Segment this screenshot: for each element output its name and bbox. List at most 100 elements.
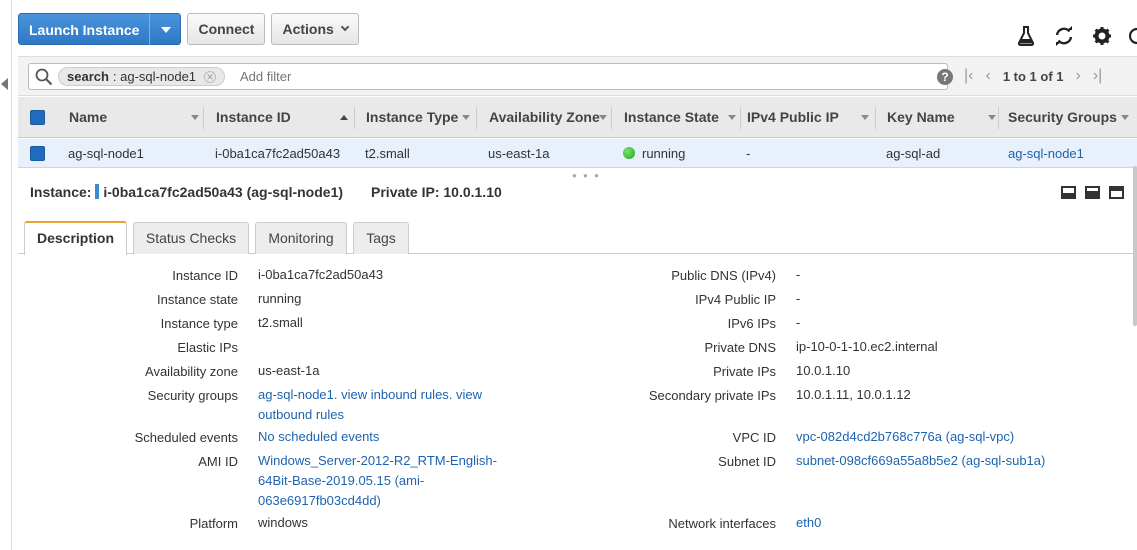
remove-filter-icon[interactable]: ✕ [204, 70, 217, 83]
launch-dropdown-chevron-icon[interactable] [149, 13, 182, 45]
label-security-groups: Security groups [147, 388, 238, 403]
column-header-ipv4-public-ip[interactable]: IPv4 Public IP [747, 97, 877, 138]
cell-availability-zone: us-east-1a [488, 146, 550, 161]
page-count: 1 to 1 of 1 [1002, 68, 1064, 84]
label-subnet-id: Subnet ID [718, 454, 776, 469]
add-filter-input[interactable] [240, 68, 640, 86]
sort-icon [1121, 115, 1129, 120]
view-inbound-rules-link[interactable]: view inbound rules. [341, 387, 452, 402]
subnet-id-link[interactable]: subnet-098cf669a55a8b5e2 (ag-sql-sub1a) [796, 451, 1045, 471]
value-private-dns: ip-10-0-1-10.ec2.internal [796, 339, 938, 354]
label-vpc-id: VPC ID [732, 430, 776, 445]
scheduled-events-link[interactable]: No scheduled events [258, 427, 379, 447]
actions-button[interactable]: Actions [271, 13, 359, 45]
label-instance-state: Instance state [157, 292, 238, 307]
cell-security-groups-link[interactable]: ag-sql-node1 [1008, 139, 1084, 168]
value-security-groups: ag-sql-node1. view inbound rules. view o… [258, 385, 498, 425]
value-ipv4-public-ip: - [796, 291, 801, 306]
sort-icon [191, 115, 199, 120]
network-interface-link[interactable]: eth0 [796, 513, 821, 533]
tab-monitoring[interactable]: Monitoring [255, 222, 347, 254]
launch-instance-split-button: Launch Instance [18, 13, 182, 45]
label-public-dns: Public DNS (IPv4) [671, 268, 776, 283]
filter-chip-value: : ag-sql-node1 [112, 69, 197, 84]
label-secondary-private-ips: Secondary private IPs [648, 388, 776, 403]
search-icon [35, 68, 53, 89]
view-outbound-rules-link-part1[interactable]: view [456, 387, 482, 402]
label-network-interfaces: Network interfaces [668, 516, 776, 531]
column-header-availability-zone[interactable]: Availability Zone [489, 97, 612, 138]
collapse-arrow-icon[interactable] [1, 78, 8, 90]
help-icon[interactable]: ? [937, 69, 953, 85]
first-page-icon[interactable]: |‹ [964, 67, 973, 85]
panel-view-icons [1061, 186, 1124, 199]
flask-icon[interactable] [1017, 26, 1035, 46]
security-group-link[interactable]: ag-sql-node1. [258, 387, 338, 402]
label-elastic-ips: Elastic IPs [177, 340, 238, 355]
actions-label: Actions [282, 21, 334, 37]
launch-instance-button[interactable]: Launch Instance [18, 13, 150, 45]
panel-minimize-icon[interactable] [1061, 186, 1076, 199]
label-platform: Platform [189, 516, 238, 531]
label-scheduled-events: Scheduled events [134, 430, 238, 445]
select-all-checkbox[interactable] [30, 110, 45, 125]
filter-bar: search: ag-sql-node1 ✕ ? |‹ ‹ 1 to 1 of 1… [18, 56, 1137, 96]
chevron-down-icon [340, 22, 350, 32]
help-circle-icon[interactable] [1129, 26, 1137, 46]
value-secondary-private-ips: 10.0.1.11, 10.0.1.12 [796, 387, 911, 402]
label-availability-zone: Availability zone [145, 364, 238, 379]
filter-chip[interactable]: search: ag-sql-node1 ✕ [58, 67, 226, 86]
instance-detail-header: Instance: i-0ba1ca7fc2ad50a43 (ag-sql-no… [30, 184, 502, 200]
instance-detail-title: Instance: i-0ba1ca7fc2ad50a43 (ag-sql-no… [30, 184, 344, 200]
sort-icon [861, 115, 869, 120]
panel-half-icon[interactable] [1085, 186, 1100, 199]
value-public-dns: - [796, 267, 801, 282]
resize-handle[interactable]: ● ● ● [572, 171, 601, 180]
filter-chip-key: search [67, 69, 109, 84]
value-instance-type: t2.small [258, 315, 303, 330]
ami-id-link[interactable]: Windows_Server-2012-R2_RTM-English- 64Bi… [258, 451, 518, 511]
collapse-sidebar-strip[interactable] [0, 0, 12, 550]
panel-maximize-icon[interactable] [1109, 186, 1124, 199]
gear-icon[interactable] [1093, 27, 1111, 45]
last-page-icon[interactable]: ›| [1093, 67, 1102, 85]
refresh-icon[interactable] [1053, 26, 1075, 46]
label-ipv4-public-ip: IPv4 Public IP [695, 292, 776, 307]
view-outbound-rules-link-part2[interactable]: outbound rules [258, 407, 344, 422]
column-header-key-name[interactable]: Key Name [887, 97, 999, 138]
value-instance-state: running [258, 291, 302, 306]
cell-instance-state: running [623, 139, 685, 168]
cell-ipv4-public-ip: - [746, 146, 751, 161]
cell-name: ag-sql-node1 [68, 146, 144, 161]
tab-description[interactable]: Description [24, 221, 127, 255]
column-header-instance-state[interactable]: Instance State [624, 97, 741, 138]
label-instance-type: Instance type [160, 316, 238, 331]
sort-icon [462, 115, 470, 120]
prev-page-icon[interactable]: ‹ [985, 67, 990, 85]
tab-status-checks[interactable]: Status Checks [133, 222, 249, 254]
column-header-security-groups[interactable]: Security Groups [1008, 97, 1137, 138]
next-page-icon[interactable]: › [1076, 67, 1081, 85]
tab-tags[interactable]: Tags [353, 222, 409, 254]
toolbar: Launch Instance Connect Actions [18, 13, 359, 45]
sort-icon [599, 115, 607, 120]
vpc-id-link[interactable]: vpc-082d4cd2b768c776a (ag-sql-vpc) [796, 427, 1014, 447]
instance-state-text: running [642, 146, 686, 161]
connect-label: Connect [198, 21, 255, 37]
detail-tabs: Description Status Checks Monitoring Tag… [18, 221, 1137, 255]
sort-ascending-icon [340, 115, 348, 120]
column-header-name[interactable]: Name [69, 97, 205, 138]
column-header-instance-type[interactable]: Instance Type [366, 97, 478, 138]
running-status-icon [623, 147, 635, 159]
label-private-dns: Private DNS [704, 340, 776, 355]
label-ipv6-ips: IPv6 IPs [727, 316, 776, 331]
pagination: |‹ ‹ 1 to 1 of 1 › ›| [964, 67, 1102, 85]
search-filter-box[interactable]: search: ag-sql-node1 ✕ ? [28, 63, 953, 90]
column-header-instance-id[interactable]: Instance ID [216, 97, 356, 138]
table-row[interactable]: ag-sql-node1 i-0ba1ca7fc2ad50a43 t2.smal… [18, 139, 1137, 168]
row-checkbox[interactable] [30, 146, 45, 161]
instances-table-header: Name Instance ID Instance Type Availabil… [18, 97, 1137, 138]
cell-instance-id: i-0ba1ca7fc2ad50a43 [215, 146, 341, 161]
connect-button[interactable]: Connect [187, 13, 266, 45]
sort-icon [988, 115, 996, 120]
